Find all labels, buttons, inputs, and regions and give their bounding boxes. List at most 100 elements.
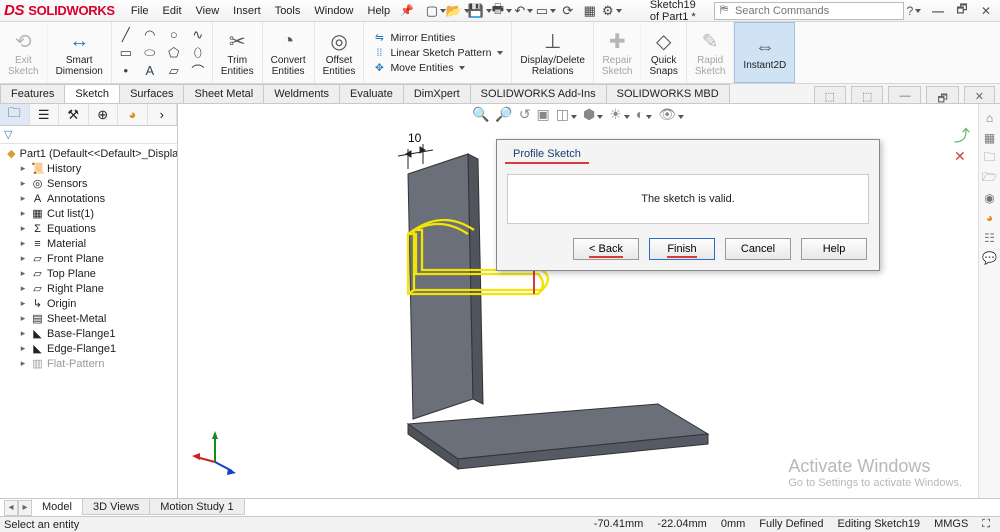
tree-twisty-icon[interactable]: ▸ [18, 238, 28, 249]
tree-twisty-icon[interactable]: ▸ [18, 193, 28, 204]
help-button[interactable]: Help [801, 238, 867, 260]
fillet-tool[interactable]: ⌒ [190, 64, 206, 78]
taskpane-explorer-icon[interactable]: 🗁 [982, 170, 998, 186]
panel-tab-display[interactable]: ◕ [118, 104, 148, 125]
panel-tab-dim[interactable]: ⊕ [89, 104, 119, 125]
cancel-sketch-icon[interactable]: ✕ [954, 148, 970, 165]
menu-help[interactable]: Help [362, 3, 397, 19]
tree-item-9[interactable]: ▸↳Origin [2, 296, 177, 311]
line-tool[interactable]: ╱ [118, 28, 134, 42]
spline-tool[interactable]: ∿ [190, 28, 206, 42]
taskpane-resources-icon[interactable]: ▦ [982, 130, 998, 146]
trim-entities-button[interactable]: ✂ Trim Entities [213, 22, 263, 83]
tree-item-7[interactable]: ▸▱Top Plane [2, 266, 177, 281]
doc-min-icon[interactable]: — [888, 86, 921, 103]
tab-scroll-right[interactable]: ▸ [18, 500, 32, 516]
tree-twisty-icon[interactable]: ▸ [18, 178, 28, 189]
open-icon[interactable]: 📂 [450, 3, 466, 19]
display-delete-relations-button[interactable]: ⊥ Display/Delete Relations [512, 22, 593, 83]
tree-twisty-icon[interactable]: ▸ [18, 268, 28, 279]
tree-item-11[interactable]: ▸◣Base-Flange1 [2, 326, 177, 341]
tree-twisty-icon[interactable]: ▸ [18, 223, 28, 234]
rapid-sketch-button[interactable]: ✎ Rapid Sketch [687, 22, 735, 83]
status-custom-icon[interactable]: ⛶ [982, 518, 990, 531]
close-button[interactable]: ✕ [976, 3, 996, 19]
polygon-tool[interactable]: ⬠ [166, 46, 182, 60]
linear-pattern-button[interactable]: ⁞⁞Linear Sketch Pattern [372, 47, 503, 59]
ellipse-tool[interactable]: ⬯ [190, 46, 206, 60]
convert-entities-button[interactable]: ◔ Convert Entities [263, 22, 315, 83]
restore-button[interactable]: 🗗 [952, 3, 972, 19]
menu-insert[interactable]: Insert [227, 3, 267, 19]
tree-twisty-icon[interactable]: ▸ [18, 328, 28, 339]
tree-twisty-icon[interactable]: ▸ [18, 208, 28, 219]
tab-scroll-left[interactable]: ◂ [4, 500, 18, 516]
tab-features[interactable]: Features [0, 84, 65, 103]
bottom-tab-motion[interactable]: Motion Study 1 [149, 499, 244, 515]
tree-root[interactable]: ◆ Part1 (Default<<Default>_Display State [2, 146, 177, 161]
minimize-button[interactable]: — [928, 3, 948, 19]
smart-dimension-button[interactable]: ↔ Smart Dimension [48, 22, 112, 83]
tree-item-3[interactable]: ▸▦Cut list(1) [2, 206, 177, 221]
rectangle-tool[interactable]: ▭ [118, 46, 134, 60]
taskpane-appearances-icon[interactable]: ◕ [982, 210, 998, 226]
select-icon[interactable]: ▭ [538, 3, 554, 19]
back-button[interactable]: < Back [573, 238, 639, 260]
tree-item-6[interactable]: ▸▱Front Plane [2, 251, 177, 266]
offset-entities-button[interactable]: ◎ Offset Entities [315, 22, 365, 83]
bottom-tab-3dviews[interactable]: 3D Views [82, 499, 150, 515]
new-icon[interactable]: ▢ [428, 3, 444, 19]
menu-tools[interactable]: Tools [269, 3, 307, 19]
save-icon[interactable]: 💾 [472, 3, 488, 19]
doc-max-icon[interactable]: 🗗 [926, 86, 958, 103]
taskpane-library-icon[interactable]: 🗀 [982, 150, 998, 166]
confirm-sketch-icon[interactable]: ⤴ [954, 122, 970, 146]
repair-sketch-button[interactable]: ✚ Repair Sketch [594, 22, 642, 83]
panel-tab-config[interactable]: ⚒ [59, 104, 89, 125]
plane-tool[interactable]: ▱ [166, 64, 182, 78]
menu-view[interactable]: View [190, 3, 226, 19]
instant2d-button[interactable]: ⇔ Instant2D [734, 22, 795, 83]
doc-next-icon[interactable]: ⬚ [851, 86, 883, 103]
doc-prev-icon[interactable]: ⬚ [814, 86, 846, 103]
finish-button[interactable]: Finish [649, 238, 715, 260]
undo-icon[interactable]: ↶ [516, 3, 532, 19]
tree-twisty-icon[interactable]: ▸ [18, 358, 28, 369]
tree-item-5[interactable]: ▸≡Material [2, 236, 177, 251]
menu-window[interactable]: Window [308, 3, 359, 19]
circle-tool[interactable]: ○ [166, 28, 182, 42]
rebuild-icon[interactable]: ⟳ [560, 3, 576, 19]
taskpane-home-icon[interactable]: ⌂ [982, 110, 998, 126]
search-input[interactable] [733, 4, 903, 18]
tree-item-12[interactable]: ▸◣Edge-Flange1 [2, 341, 177, 356]
tree-item-13[interactable]: ▸▥Flat-Pattern [2, 356, 177, 371]
tree-item-2[interactable]: ▸AAnnotations [2, 191, 177, 206]
taskpane-custom-icon[interactable]: ☷ [982, 230, 998, 246]
move-entities-button[interactable]: ✥Move Entities [372, 62, 503, 74]
panel-tab-feature-tree[interactable]: 🗀 [0, 104, 30, 125]
menu-edit[interactable]: Edit [157, 3, 188, 19]
pin-icon[interactable]: 📌 [400, 4, 414, 17]
text-tool[interactable]: A [142, 64, 158, 78]
search-commands[interactable]: ⛿ [714, 2, 904, 20]
tree-item-10[interactable]: ▸▤Sheet-Metal [2, 311, 177, 326]
tab-sketch[interactable]: Sketch [64, 84, 120, 103]
tree-item-4[interactable]: ▸ΣEquations [2, 221, 177, 236]
tree-twisty-icon[interactable]: ▸ [18, 253, 28, 264]
tree-twisty-icon[interactable]: ▸ [18, 163, 28, 174]
menu-file[interactable]: File [125, 3, 155, 19]
exit-sketch-button[interactable]: ⟲ Exit Sketch [0, 22, 48, 83]
tree-twisty-icon[interactable]: ▸ [18, 283, 28, 294]
tree-twisty-icon[interactable]: ▸ [18, 298, 28, 309]
tab-surfaces[interactable]: Surfaces [119, 84, 184, 103]
quick-snaps-button[interactable]: ◇ Quick Snaps [641, 22, 686, 83]
tree-item-0[interactable]: ▸📜History [2, 161, 177, 176]
mirror-entities-button[interactable]: ⇋Mirror Entities [372, 32, 503, 44]
panel-tab-property[interactable]: ☰ [30, 104, 60, 125]
point-tool[interactable]: • [118, 64, 134, 78]
tree-item-8[interactable]: ▸▱Right Plane [2, 281, 177, 296]
tree-item-1[interactable]: ▸◎Sensors [2, 176, 177, 191]
settings-icon[interactable]: ⚙ [604, 3, 620, 19]
options-icon[interactable]: ▦ [582, 3, 598, 19]
arc-tool[interactable]: ◠ [142, 28, 158, 42]
